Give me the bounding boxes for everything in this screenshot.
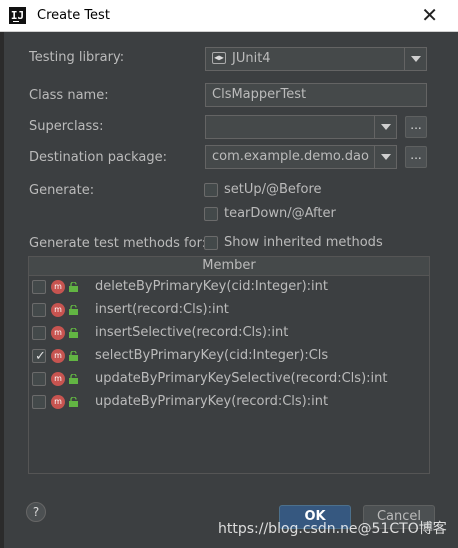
member-column-header[interactable]: Member: [29, 257, 429, 276]
intellij-logo-icon: IJ: [9, 7, 26, 24]
method-icon: m: [51, 303, 65, 317]
member-table: Member m deleteByPrimaryKey(cid:Integer)…: [28, 256, 430, 474]
member-name: updateByPrimaryKeySelective(record:Cls):…: [95, 371, 388, 386]
method-icon: m: [51, 280, 65, 294]
member-checkbox[interactable]: [32, 326, 46, 340]
chevron-down-icon[interactable]: [404, 48, 426, 70]
method-icon: m: [51, 395, 65, 409]
help-button[interactable]: ?: [26, 502, 46, 522]
member-checkbox[interactable]: [32, 303, 46, 317]
lock-icon: [69, 305, 78, 315]
member-checkbox[interactable]: [32, 280, 46, 294]
setup-checkbox[interactable]: [204, 183, 218, 197]
testing-library-select[interactable]: JUnit4: [205, 47, 427, 71]
title-bar: IJ Create Test ✕: [0, 0, 458, 32]
teardown-label: tearDown/@After: [224, 206, 336, 221]
superclass-browse-button[interactable]: ...: [405, 116, 427, 138]
setup-label: setUp/@Before: [224, 182, 322, 197]
show-inherited-checkbox[interactable]: [204, 236, 218, 250]
member-name: updateByPrimaryKey(record:Cls):int: [95, 394, 329, 409]
lock-icon: [69, 397, 78, 407]
teardown-checkbox[interactable]: [204, 207, 218, 221]
testing-library-value: JUnit4: [232, 51, 271, 66]
lock-icon: [69, 351, 78, 361]
methods-label: Generate test methods for:: [29, 236, 207, 251]
table-row[interactable]: m updateByPrimaryKeySelective(record:Cls…: [29, 368, 429, 391]
chevron-down-icon[interactable]: [374, 146, 396, 168]
member-checkbox[interactable]: [32, 395, 46, 409]
junit-icon: ◀▶: [212, 52, 226, 64]
lock-icon: [69, 374, 78, 384]
member-name: selectByPrimaryKey(cid:Integer):Cls: [95, 348, 329, 363]
table-row[interactable]: m insertSelective(record:Cls):int: [29, 322, 429, 345]
generate-label: Generate:: [29, 183, 95, 198]
method-icon: m: [51, 349, 65, 363]
background-edge: [0, 31, 4, 548]
method-icon: m: [51, 326, 65, 340]
watermark-text: https://blog.csdn.ne@51CTO博客: [218, 521, 447, 537]
member-checkbox[interactable]: ✓: [32, 349, 46, 364]
chevron-down-icon[interactable]: [374, 116, 396, 138]
table-row[interactable]: ✓ m selectByPrimaryKey(cid:Integer):Cls: [29, 345, 429, 368]
method-icon: m: [51, 372, 65, 386]
member-name: insert(record:Cls):int: [95, 302, 229, 317]
superclass-label: Superclass:: [29, 119, 104, 134]
dialog-title: Create Test: [37, 8, 110, 23]
table-row[interactable]: m updateByPrimaryKey(record:Cls):int: [29, 391, 429, 414]
destination-browse-button[interactable]: ...: [405, 146, 427, 168]
lock-icon: [69, 328, 78, 338]
destination-package-label: Destination package:: [29, 150, 167, 165]
member-name: deleteByPrimaryKey(cid:Integer):int: [95, 279, 328, 294]
show-inherited-label: Show inherited methods: [224, 235, 383, 250]
destination-package-field[interactable]: com.example.demo.dao: [205, 145, 397, 169]
close-icon[interactable]: ✕: [421, 3, 438, 27]
class-name-field[interactable]: ClsMapperTest: [205, 83, 427, 107]
testing-library-label: Testing library:: [29, 50, 125, 65]
table-row[interactable]: m insert(record:Cls):int: [29, 299, 429, 322]
member-name: insertSelective(record:Cls):int: [95, 325, 289, 340]
class-name-label: Class name:: [29, 88, 109, 103]
superclass-field[interactable]: [205, 115, 397, 139]
table-row[interactable]: m deleteByPrimaryKey(cid:Integer):int: [29, 276, 429, 299]
checkmark-icon: ✓: [35, 349, 46, 364]
member-checkbox[interactable]: [32, 372, 46, 386]
lock-icon: [69, 282, 78, 292]
